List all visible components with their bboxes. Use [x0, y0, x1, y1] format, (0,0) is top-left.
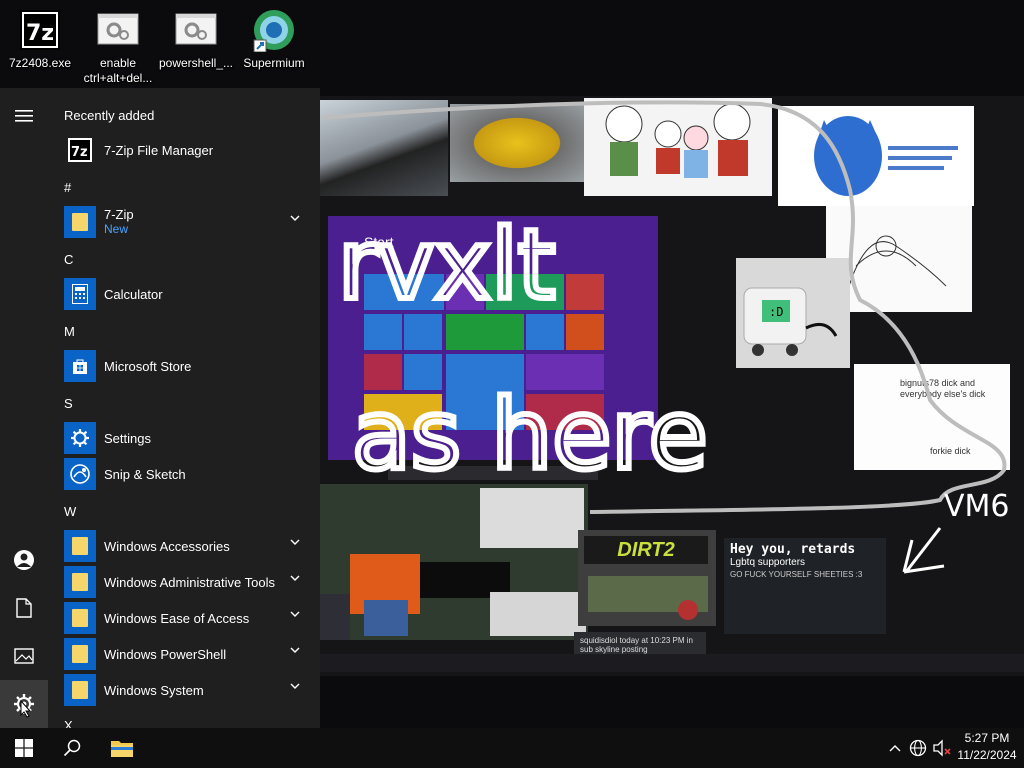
scribble-word-1: rvxlt — [338, 209, 555, 321]
user-icon — [14, 550, 34, 570]
file-explorer-button[interactable] — [98, 728, 146, 768]
gear-icon — [64, 422, 96, 454]
app-7zip-file-manager[interactable]: 7z 7-Zip File Manager — [64, 132, 320, 168]
7zip-icon: 7z — [64, 134, 96, 166]
supermium-browser-icon — [252, 8, 296, 53]
desktop-icon-enable-ctrl-alt-del[interactable]: enable ctrl+alt+del... — [78, 4, 158, 86]
volume-button[interactable] — [930, 728, 954, 768]
new-badge: New — [104, 222, 129, 236]
chevron-down-icon — [290, 611, 300, 617]
desktop-icon-label: enable ctrl+alt+del... — [83, 56, 153, 85]
chevron-down-icon — [290, 539, 300, 545]
network-globe-icon — [909, 739, 927, 757]
file-explorer-icon — [111, 741, 133, 757]
documents-button[interactable] — [0, 584, 48, 632]
app-folder-windows-system[interactable]: Windows System — [64, 672, 320, 708]
app-label: Windows PowerShell — [104, 646, 227, 662]
pictures-icon — [14, 648, 34, 664]
chevron-down-icon — [290, 575, 300, 581]
folder-icon — [64, 638, 96, 670]
desktop-icon-powershell[interactable]: powershell_... — [156, 4, 236, 71]
app-label: 7-Zip New — [104, 207, 134, 236]
desktop-icon-label: 7z2408.exe — [8, 56, 72, 70]
search-icon — [63, 739, 81, 757]
account-button[interactable] — [0, 536, 48, 584]
chevron-down-icon — [290, 647, 300, 653]
volume-muted-icon — [933, 739, 951, 757]
app-settings[interactable]: Settings — [64, 420, 320, 456]
app-folder-windows-ease-of-access[interactable]: Windows Ease of Access — [64, 600, 320, 636]
app-microsoft-store[interactable]: Microsoft Store — [64, 348, 320, 384]
app-label: Windows System — [104, 682, 204, 698]
settings-file-icon — [174, 8, 218, 52]
app-folder-windows-powershell[interactable]: Windows PowerShell — [64, 636, 320, 672]
desktop-icon-label: powershell_... — [158, 56, 234, 70]
app-calculator[interactable]: Calculator — [64, 276, 320, 312]
app-label: Windows Ease of Access — [104, 610, 250, 626]
desktop-icon-label: Supermium — [243, 56, 305, 70]
clock-time: 5:27 PM — [964, 731, 1010, 745]
chevron-down-icon — [290, 215, 300, 221]
section-letter-x[interactable]: X — [64, 718, 73, 728]
section-letter-hash[interactable]: # — [64, 180, 71, 195]
settings-rail-button[interactable] — [0, 680, 48, 728]
start-menu-rail — [0, 88, 48, 728]
app-folder-windows-accessories[interactable]: Windows Accessories — [64, 528, 320, 564]
scribble-word-2: as here — [352, 379, 708, 491]
taskbar-clock[interactable]: 5:27 PM 11/22/2024 — [954, 730, 1020, 764]
app-label: Microsoft Store — [104, 358, 192, 374]
app-label: Settings — [104, 430, 151, 446]
folder-icon — [64, 674, 96, 706]
svg-text:7z: 7z — [71, 145, 88, 160]
settings-file-icon — [96, 8, 140, 52]
mouse-cursor-icon — [20, 700, 32, 718]
folder-icon — [64, 530, 96, 562]
taskbar: 5:27 PM 11/22/2024 — [0, 728, 1024, 768]
calculator-icon — [64, 278, 96, 310]
folder-icon — [64, 602, 96, 634]
app-label: Windows Administrative Tools — [104, 574, 275, 590]
section-letter-c[interactable]: C — [64, 252, 73, 267]
app-snip-sketch[interactable]: Snip & Sketch — [64, 456, 320, 492]
recently-added-header: Recently added — [64, 108, 155, 123]
documents-icon — [16, 598, 32, 618]
desktop-icon-7z2408[interactable]: 7z 7z2408.exe — [0, 4, 80, 71]
section-letter-w[interactable]: W — [64, 504, 76, 519]
start-button[interactable] — [0, 728, 48, 768]
windows-start-icon — [15, 739, 33, 757]
pictures-button[interactable] — [0, 632, 48, 680]
folder-icon — [64, 566, 96, 598]
app-label: Calculator — [104, 286, 163, 302]
app-folder-7zip[interactable]: 7-Zip New — [64, 204, 320, 240]
snip-sketch-icon — [64, 458, 96, 490]
clock-date: 11/22/2024 — [957, 748, 1017, 762]
app-label: Windows Accessories — [104, 538, 230, 554]
search-button[interactable] — [48, 728, 96, 768]
section-letter-m[interactable]: M — [64, 324, 75, 339]
7zip-installer-icon: 7z — [18, 8, 62, 52]
chevron-down-icon — [290, 683, 300, 689]
app-label: Snip & Sketch — [104, 466, 186, 482]
app-folder-windows-administrative-tools[interactable]: Windows Administrative Tools — [64, 564, 320, 600]
store-icon — [64, 350, 96, 382]
svg-text:7z: 7z — [26, 21, 54, 46]
folder-icon — [64, 206, 96, 238]
desktop-icon-supermium[interactable]: Supermium — [234, 4, 314, 71]
network-button[interactable] — [906, 728, 930, 768]
scribble-word-3: VM6 — [944, 489, 1010, 524]
hamburger-menu-icon — [15, 110, 33, 122]
start-menu-app-list: Recently added 7z 7-Zip File Manager # 7… — [48, 88, 320, 728]
hamburger-menu-button[interactable] — [0, 92, 48, 140]
show-hidden-icons-button[interactable] — [884, 728, 906, 768]
app-label: 7-Zip File Manager — [104, 142, 214, 158]
show-hidden-icons-chevron — [889, 745, 901, 752]
section-letter-s[interactable]: S — [64, 396, 73, 411]
